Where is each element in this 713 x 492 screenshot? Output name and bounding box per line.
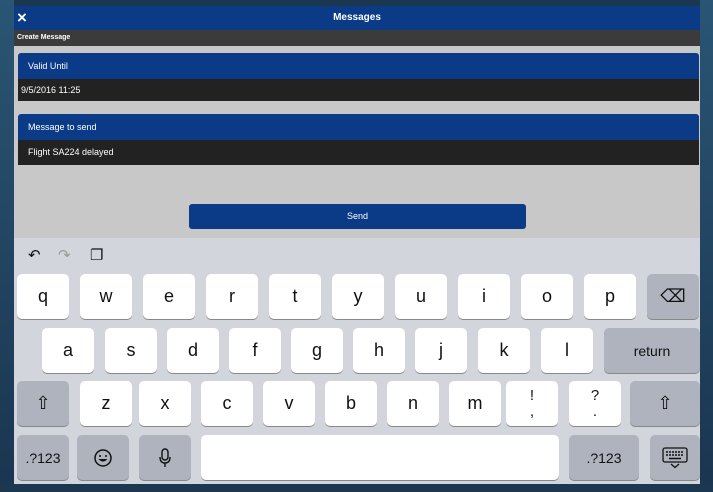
key-g[interactable]: g	[291, 328, 343, 373]
key-o[interactable]: o	[521, 274, 573, 319]
valid-until-value: 9/5/2016 11:25	[21, 85, 81, 95]
sub-header: Create Message	[14, 30, 700, 46]
redo-icon[interactable]: ↷	[58, 246, 71, 264]
key-k[interactable]: k	[478, 328, 530, 373]
title-bar: × Messages	[14, 6, 700, 30]
key-e[interactable]: e	[143, 274, 195, 319]
background-right	[700, 0, 713, 492]
key-top-char: !	[529, 386, 535, 404]
key-y[interactable]: y	[332, 274, 384, 319]
key-n[interactable]: n	[387, 381, 439, 426]
key-h[interactable]: h	[353, 328, 405, 373]
key-j[interactable]: j	[415, 328, 467, 373]
on-screen-keyboard: ↶ ↷ ❐ q w e r t y u i o p ⌫ a s d f g h …	[14, 238, 700, 484]
key-top-char: ?	[590, 386, 600, 404]
valid-until-field[interactable]: 9/5/2016 11:25	[18, 79, 699, 101]
key-q[interactable]: q	[17, 274, 69, 319]
key-v[interactable]: v	[263, 381, 315, 426]
key-p[interactable]: p	[584, 274, 636, 319]
key-bottom-char: ,	[529, 402, 535, 420]
key-l[interactable]: l	[541, 328, 593, 373]
valid-until-label: Valid Until	[28, 61, 68, 71]
space-bar[interactable]	[201, 435, 559, 480]
emoji-key[interactable]	[77, 435, 129, 480]
key-u[interactable]: u	[395, 274, 447, 319]
hide-keyboard-key[interactable]	[650, 435, 700, 480]
message-field[interactable]: Flight SA224 delayed	[18, 140, 699, 165]
return-key[interactable]: return	[604, 328, 700, 373]
key-bottom-char: .	[592, 402, 598, 420]
key-i[interactable]: i	[458, 274, 510, 319]
key-a[interactable]: a	[42, 328, 94, 373]
shift-key-right[interactable]: ⇧	[630, 381, 700, 426]
key-w[interactable]: w	[80, 274, 132, 319]
key-f[interactable]: f	[229, 328, 281, 373]
emoji-icon	[94, 448, 112, 467]
dictation-key[interactable]	[139, 435, 191, 480]
numbers-key-left[interactable]: .?123	[17, 435, 69, 480]
keyboard-dismiss-icon	[662, 446, 688, 468]
message-header: Message to send	[18, 114, 699, 140]
message-value: Flight SA224 delayed	[28, 147, 114, 157]
shift-icon: ⇧	[35, 393, 51, 413]
key-z[interactable]: z	[80, 381, 132, 426]
numbers-key-right[interactable]: .?123	[569, 435, 639, 480]
key-b[interactable]: b	[325, 381, 377, 426]
key-r[interactable]: r	[206, 274, 258, 319]
key-x[interactable]: x	[139, 381, 191, 426]
key-question-period[interactable]: ? .	[569, 381, 621, 426]
sub-header-title: Create Message	[17, 34, 71, 41]
background-left	[0, 0, 14, 492]
send-button[interactable]: Send	[189, 204, 526, 229]
shift-icon: ⇧	[657, 393, 673, 413]
shift-key-left[interactable]: ⇧	[17, 381, 69, 426]
undo-icon[interactable]: ↶	[28, 246, 41, 264]
delete-key[interactable]: ⌫	[647, 274, 699, 319]
key-exclamation-comma[interactable]: ! ,	[506, 381, 558, 426]
page-title: Messages	[333, 12, 381, 23]
key-s[interactable]: s	[105, 328, 157, 373]
valid-until-header: Valid Until	[18, 53, 699, 79]
microphone-icon	[159, 447, 171, 467]
bottom-edge	[0, 484, 713, 492]
key-d[interactable]: d	[167, 328, 219, 373]
key-c[interactable]: c	[201, 381, 253, 426]
key-t[interactable]: t	[269, 274, 321, 319]
message-label: Message to send	[28, 122, 97, 132]
delete-icon: ⌫	[660, 286, 686, 306]
paste-icon[interactable]: ❐	[90, 246, 103, 264]
key-m[interactable]: m	[449, 381, 501, 426]
